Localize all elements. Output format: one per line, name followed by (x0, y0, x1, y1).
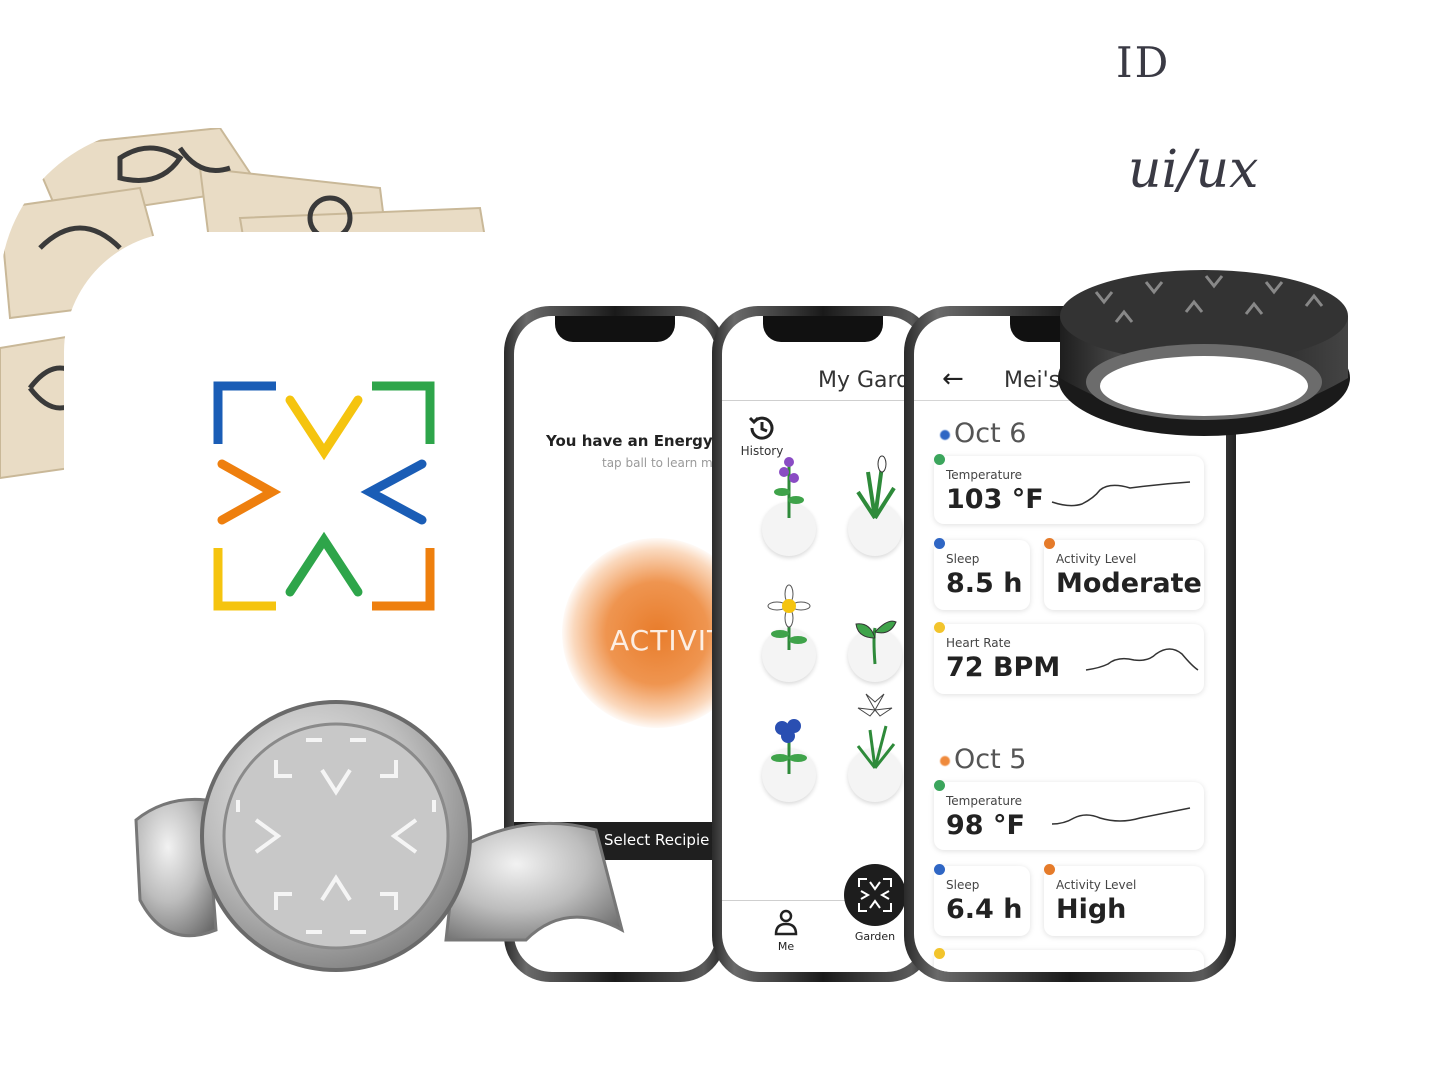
sprout-icon (855, 620, 897, 665)
status-dot (934, 538, 945, 549)
date-heading: Oct 6 (940, 418, 1026, 449)
phone-notch (555, 316, 675, 342)
metric-label: Sleep (946, 878, 980, 892)
metric-value: 6.4 h (946, 894, 1023, 925)
lavender-flower-icon (774, 457, 804, 518)
heart-rate-card[interactable]: Heart Rate 72 BPM (934, 622, 1204, 694)
flower-slot[interactable] (762, 457, 816, 556)
nav-me-label: Me (777, 940, 795, 953)
metric-label: Heart Rate (946, 636, 1011, 650)
activity-card[interactable]: Activity Level High (1044, 864, 1204, 936)
phone-notch (763, 316, 883, 342)
energy-title: You have an Energy (546, 432, 713, 450)
metric-value: 8.5 h (946, 568, 1023, 599)
arrow-left-icon[interactable]: ← (942, 364, 964, 394)
metric-label: Temperature (946, 794, 1023, 808)
date-dot (940, 429, 950, 440)
nav-garden-button[interactable]: Garden (840, 864, 910, 943)
metric-label: Sleep (946, 552, 980, 566)
metric-value: 72 BPM (946, 652, 1061, 683)
phone-garden: My Gard History Me Garden (712, 306, 934, 982)
metric-value: Moderate (1056, 568, 1202, 599)
energy-subtitle: tap ball to learn m (602, 456, 713, 470)
status-dot (1044, 538, 1055, 549)
lily-flower-icon (856, 693, 896, 769)
sleep-card[interactable]: Sleep 6.4 h (934, 864, 1030, 936)
temperature-card[interactable]: Temperature 103 °F (934, 454, 1204, 524)
energy-ball-label: ACTIVIT (610, 624, 716, 657)
profile-title: Mei's (1004, 368, 1061, 393)
status-dot (934, 622, 945, 633)
garden-screen: My Gard History Me Garden (722, 316, 924, 972)
metric-value: 103 °F (946, 484, 1044, 515)
status-dot (1044, 864, 1055, 875)
flower-slot[interactable] (762, 584, 816, 682)
flower-slot[interactable] (848, 620, 902, 682)
smart-ring-image (1058, 270, 1350, 436)
history-icon (748, 416, 774, 440)
garden-logo-icon (844, 864, 906, 926)
status-dot (934, 780, 945, 791)
uiux-title: ui/ux (1128, 140, 1259, 200)
flower-slot[interactable] (848, 455, 902, 556)
activity-card[interactable]: Activity Level Moderate (1044, 538, 1204, 610)
date-heading: Oct 5 (940, 744, 1026, 775)
next-card-partial (934, 948, 1204, 972)
flower-slot[interactable] (848, 693, 902, 802)
daisy-flower-icon (767, 584, 811, 650)
person-icon (774, 909, 798, 936)
divider (722, 400, 924, 401)
metric-label: Temperature (946, 468, 1023, 482)
date-dot (940, 755, 950, 766)
status-dot (934, 864, 945, 875)
temperature-sparkline (1051, 807, 1191, 825)
garden-title: My Gard (818, 368, 911, 393)
heart-rate-sparkline (1085, 648, 1199, 671)
nav-me-button[interactable]: Me (766, 908, 806, 953)
metric-label: Activity Level (1056, 552, 1137, 566)
sleep-card[interactable]: Sleep 8.5 h (934, 538, 1030, 610)
app-logo (213, 381, 435, 611)
id-title: ID (1116, 38, 1171, 87)
status-dot (934, 454, 945, 465)
temperature-sparkline (1051, 481, 1191, 507)
metric-value: High (1056, 894, 1127, 925)
metric-label: Activity Level (1056, 878, 1137, 892)
silver-pendant-image (134, 700, 625, 972)
nav-garden-label: Garden (854, 930, 896, 943)
metric-value: 98 °F (946, 810, 1025, 841)
bluebell-flower-icon (771, 719, 807, 774)
grass-plant-icon (856, 455, 896, 520)
flower-slot[interactable] (762, 719, 816, 802)
temperature-card[interactable]: Temperature 98 °F (934, 780, 1204, 850)
status-dot (934, 948, 945, 959)
